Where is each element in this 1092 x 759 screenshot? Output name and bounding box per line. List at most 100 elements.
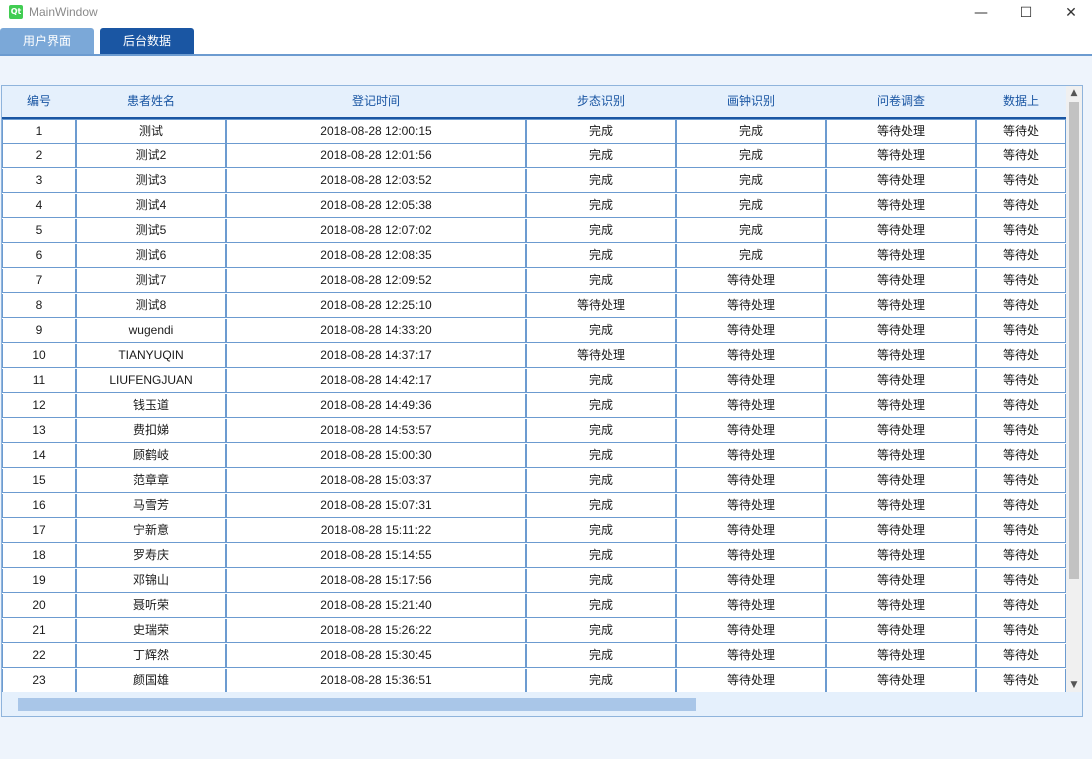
table-row[interactable]: 15 范章章 2018-08-28 15:03:37 完成 等待处理 等待处理 等待处 [2, 469, 1066, 494]
cell-gait-status[interactable]: 完成 [526, 544, 676, 568]
cell-clock-status[interactable]: 完成 [676, 194, 826, 218]
cell-questionnaire-status[interactable]: 等待处理 [826, 194, 976, 218]
cell-clock-status[interactable]: 等待处理 [676, 294, 826, 318]
cell-id[interactable]: 2 [2, 144, 76, 168]
cell-register-time[interactable]: 2018-08-28 15:14:55 [226, 544, 526, 568]
cell-patient-name[interactable]: 费扣娣 [76, 419, 226, 443]
cell-questionnaire-status[interactable]: 等待处理 [826, 119, 976, 144]
cell-data-upload-status[interactable]: 等待处 [976, 294, 1066, 318]
table-row[interactable]: 21 史瑞荣 2018-08-28 15:26:22 完成 等待处理 等待处理 等待处 [2, 619, 1066, 644]
cell-patient-name[interactable]: 丁辉然 [76, 644, 226, 668]
table-row[interactable]: 6 测试6 2018-08-28 12:08:35 完成 完成 等待处理 等待处 [2, 244, 1066, 269]
table-row[interactable]: 22 丁辉然 2018-08-28 15:30:45 完成 等待处理 等待处理 等待处 [2, 644, 1066, 669]
cell-questionnaire-status[interactable]: 等待处理 [826, 669, 976, 692]
cell-clock-status[interactable]: 等待处理 [676, 594, 826, 618]
table-row[interactable]: 10 TIANYUQIN 2018-08-28 14:37:17 等待处理 等待处理 等待… [2, 344, 1066, 369]
cell-clock-status[interactable]: 等待处理 [676, 519, 826, 543]
cell-register-time[interactable]: 2018-08-28 14:33:20 [226, 319, 526, 343]
cell-clock-status[interactable]: 等待处理 [676, 644, 826, 668]
cell-questionnaire-status[interactable]: 等待处理 [826, 519, 976, 543]
maximize-button[interactable]: ☐ [1003, 0, 1049, 26]
table-row[interactable]: 7 测试7 2018-08-28 12:09:52 完成 等待处理 等待处理 等待处 [2, 269, 1066, 294]
cell-questionnaire-status[interactable]: 等待处理 [826, 544, 976, 568]
cell-data-upload-status[interactable]: 等待处 [976, 194, 1066, 218]
cell-patient-name[interactable]: 钱玉道 [76, 394, 226, 418]
cell-gait-status[interactable]: 完成 [526, 369, 676, 393]
cell-data-upload-status[interactable]: 等待处 [976, 344, 1066, 368]
cell-patient-name[interactable]: 测试5 [76, 219, 226, 243]
cell-gait-status[interactable]: 完成 [526, 494, 676, 518]
cell-data-upload-status[interactable]: 等待处 [976, 594, 1066, 618]
cell-clock-status[interactable]: 等待处理 [676, 619, 826, 643]
tab-backend-data[interactable]: 后台数据 [100, 28, 194, 54]
data-table[interactable]: 编号 患者姓名 登记时间 步态识别 画钟识别 问卷调查 数据上 1 测试 2018-08-28 … [1, 85, 1083, 717]
cell-clock-status[interactable]: 等待处理 [676, 669, 826, 692]
cell-clock-status[interactable]: 完成 [676, 219, 826, 243]
minimize-button[interactable]: — [958, 0, 1004, 26]
cell-questionnaire-status[interactable]: 等待处理 [826, 144, 976, 168]
table-row[interactable]: 14 顾鹤岐 2018-08-28 15:00:30 完成 等待处理 等待处理 等待处 [2, 444, 1066, 469]
cell-register-time[interactable]: 2018-08-28 14:37:17 [226, 344, 526, 368]
cell-id[interactable]: 10 [2, 344, 76, 368]
table-row[interactable]: 8 测试8 2018-08-28 12:25:10 等待处理 等待处理 等待处理 等待处 [2, 294, 1066, 319]
table-row[interactable]: 3 测试3 2018-08-28 12:03:52 完成 完成 等待处理 等待处 [2, 169, 1066, 194]
cell-id[interactable]: 21 [2, 619, 76, 643]
cell-patient-name[interactable]: 测试4 [76, 194, 226, 218]
cell-id[interactable]: 16 [2, 494, 76, 518]
cell-id[interactable]: 7 [2, 269, 76, 293]
cell-register-time[interactable]: 2018-08-28 15:30:45 [226, 644, 526, 668]
cell-id[interactable]: 23 [2, 669, 76, 692]
cell-patient-name[interactable]: 聂听荣 [76, 594, 226, 618]
cell-id[interactable]: 9 [2, 319, 76, 343]
cell-data-upload-status[interactable]: 等待处 [976, 269, 1066, 293]
cell-questionnaire-status[interactable]: 等待处理 [826, 319, 976, 343]
table-row[interactable]: 13 费扣娣 2018-08-28 14:53:57 完成 等待处理 等待处理 等待处 [2, 419, 1066, 444]
cell-gait-status[interactable]: 等待处理 [526, 344, 676, 368]
scroll-up-icon[interactable]: ▲ [1066, 86, 1082, 100]
cell-gait-status[interactable]: 完成 [526, 419, 676, 443]
cell-questionnaire-status[interactable]: 等待处理 [826, 644, 976, 668]
cell-data-upload-status[interactable]: 等待处 [976, 444, 1066, 468]
cell-clock-status[interactable]: 等待处理 [676, 544, 826, 568]
cell-questionnaire-status[interactable]: 等待处理 [826, 569, 976, 593]
cell-clock-status[interactable]: 等待处理 [676, 444, 826, 468]
cell-patient-name[interactable]: 颜国雄 [76, 669, 226, 692]
cell-data-upload-status[interactable]: 等待处 [976, 369, 1066, 393]
cell-register-time[interactable]: 2018-08-28 15:11:22 [226, 519, 526, 543]
cell-clock-status[interactable]: 等待处理 [676, 394, 826, 418]
cell-id[interactable]: 12 [2, 394, 76, 418]
cell-clock-status[interactable]: 等待处理 [676, 419, 826, 443]
cell-id[interactable]: 13 [2, 419, 76, 443]
cell-register-time[interactable]: 2018-08-28 12:08:35 [226, 244, 526, 268]
cell-clock-status[interactable]: 完成 [676, 169, 826, 193]
table-row[interactable]: 23 颜国雄 2018-08-28 15:36:51 完成 等待处理 等待处理 等待处 [2, 669, 1066, 692]
cell-register-time[interactable]: 2018-08-28 15:21:40 [226, 594, 526, 618]
cell-data-upload-status[interactable]: 等待处 [976, 469, 1066, 493]
header-gait-recognition[interactable]: 步态识别 [526, 86, 676, 117]
cell-register-time[interactable]: 2018-08-28 12:03:52 [226, 169, 526, 193]
cell-patient-name[interactable]: LIUFENGJUAN [76, 369, 226, 393]
table-row[interactable]: 17 宁新意 2018-08-28 15:11:22 完成 等待处理 等待处理 等待处 [2, 519, 1066, 544]
cell-id[interactable]: 1 [2, 119, 76, 144]
cell-patient-name[interactable]: TIANYUQIN [76, 344, 226, 368]
cell-id[interactable]: 22 [2, 644, 76, 668]
cell-patient-name[interactable]: 史瑞荣 [76, 619, 226, 643]
cell-gait-status[interactable]: 完成 [526, 269, 676, 293]
table-row[interactable]: 9 wugendi 2018-08-28 14:33:20 完成 等待处理 等待处理 等待处 [2, 319, 1066, 344]
cell-questionnaire-status[interactable]: 等待处理 [826, 344, 976, 368]
cell-gait-status[interactable]: 完成 [526, 644, 676, 668]
cell-gait-status[interactable]: 完成 [526, 594, 676, 618]
table-row[interactable]: 18 罗寿庆 2018-08-28 15:14:55 完成 等待处理 等待处理 等待处 [2, 544, 1066, 569]
table-row[interactable]: 4 测试4 2018-08-28 12:05:38 完成 完成 等待处理 等待处 [2, 194, 1066, 219]
cell-clock-status[interactable]: 完成 [676, 244, 826, 268]
cell-register-time[interactable]: 2018-08-28 15:03:37 [226, 469, 526, 493]
cell-questionnaire-status[interactable]: 等待处理 [826, 219, 976, 243]
cell-gait-status[interactable]: 完成 [526, 569, 676, 593]
cell-register-time[interactable]: 2018-08-28 15:00:30 [226, 444, 526, 468]
cell-clock-status[interactable]: 等待处理 [676, 494, 826, 518]
cell-id[interactable]: 19 [2, 569, 76, 593]
header-clock-drawing[interactable]: 画钟识别 [676, 86, 826, 117]
cell-id[interactable]: 15 [2, 469, 76, 493]
cell-data-upload-status[interactable]: 等待处 [976, 394, 1066, 418]
cell-questionnaire-status[interactable]: 等待处理 [826, 419, 976, 443]
